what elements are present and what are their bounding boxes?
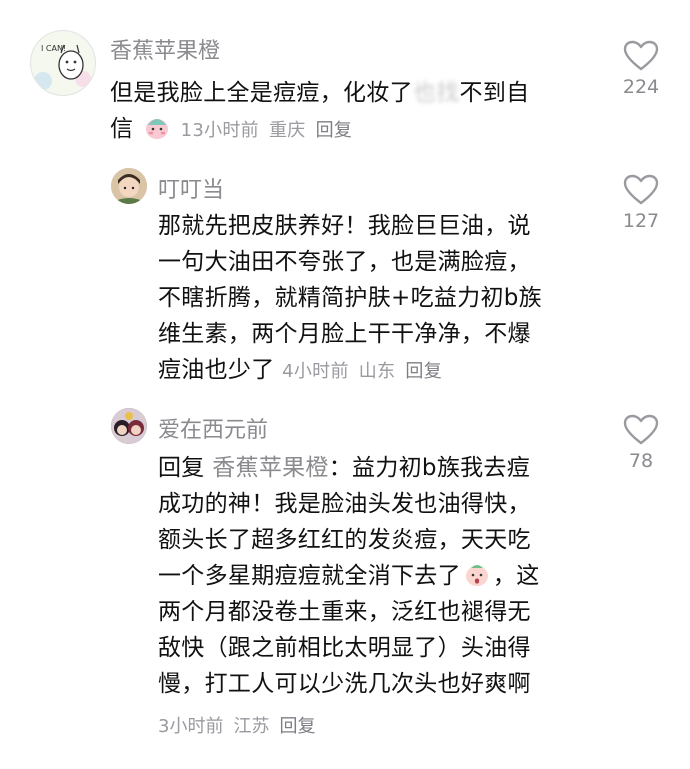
reply-prefix: 回复 xyxy=(158,455,205,481)
reply-target-username[interactable]: 香蕉苹果橙 xyxy=(212,455,329,481)
like-count: 127 xyxy=(622,210,660,232)
comment-text-line: 一个多星期痘痘就全消下去了 ，这 xyxy=(158,558,598,594)
text-segment: 不到自 xyxy=(459,80,530,106)
location: 山东 xyxy=(358,361,396,382)
avatar-doodle-icon: I CAN! xyxy=(32,32,94,94)
comment-text-line: 额头长了超多红红的发炎痘，天天吃 xyxy=(158,527,531,553)
text-segment: 但是我脸上全是痘痘，化妆了 xyxy=(110,80,413,106)
username[interactable]: 爱在西元前 xyxy=(158,412,268,444)
comment-text-line: 成功的神！我是脸油头发也油得快， xyxy=(158,491,531,517)
comment-text-line: 慢，打工人可以少洗几次头也好爽啊 xyxy=(158,671,531,697)
comment-text-line: 痘油也少了 4小时前 山东 回复 xyxy=(158,352,598,390)
heart-icon xyxy=(623,40,659,71)
comment-meta: 4小时前 山东 回复 xyxy=(282,361,452,382)
heart-icon xyxy=(623,414,659,445)
heart-icon xyxy=(623,174,659,205)
comment-text-line: 敌快（跟之前相比太明显了）头油得 xyxy=(158,635,531,661)
comment-text-line: 维生素，两个月脸上干干净净，不爆 xyxy=(158,321,531,347)
comment-text: 回复 香蕉苹果橙：益力初b族我去痘 成功的神！我是脸油头发也油得快， 额头长了超… xyxy=(158,450,598,702)
location: 重庆 xyxy=(268,120,306,141)
like-count: 78 xyxy=(628,450,654,472)
text-segment: 痘油也少了 xyxy=(158,357,275,383)
username[interactable]: 香蕉苹果橙 xyxy=(110,33,220,65)
comment-meta: 3小时前 江苏 回复 xyxy=(158,712,325,738)
comment-text-line: 一句大油田不夸张了，也是满脸痘， xyxy=(158,249,531,275)
timestamp: 13小时前 xyxy=(180,120,259,141)
avatar[interactable] xyxy=(111,168,147,204)
comment-text-line: 但是我脸上全是痘痘，化妆了也找不到自 xyxy=(110,75,590,111)
like-count: 224 xyxy=(622,76,660,98)
text-segment: 信 xyxy=(110,116,134,142)
comment-text-line: 那就先把皮肤养好！我脸巨巨油，说 xyxy=(158,213,531,239)
comment-text: 但是我脸上全是痘痘，化妆了也找不到自 信 13小时前 重庆 回复 xyxy=(110,75,590,149)
comment-text-line: 信 13小时前 重庆 回复 xyxy=(110,111,590,149)
avatar[interactable] xyxy=(111,408,147,444)
blurred-text: 也找 xyxy=(412,80,460,106)
timestamp: 3小时前 xyxy=(158,716,224,737)
username[interactable]: 叮叮当 xyxy=(158,172,224,204)
text-segment: ，这 xyxy=(492,563,540,589)
comment-text: 那就先把皮肤养好！我脸巨巨油，说 一句大油田不夸张了，也是满脸痘， 不瞎折腾，就… xyxy=(158,208,598,390)
comment-text-line: 两个月都没卷土重来，泛红也褪得无 xyxy=(158,599,531,625)
comment-text-line: 回复 香蕉苹果橙：益力初b族我去痘 xyxy=(158,450,598,486)
comment-text-line: 不瞎折腾，就精简护肤+吃益力初b族 xyxy=(158,285,542,311)
reply-button[interactable]: 回复 xyxy=(279,716,315,737)
comment-meta: 13小时前 重庆 回复 xyxy=(181,120,363,141)
like-button[interactable]: 127 xyxy=(611,174,671,232)
like-button[interactable]: 224 xyxy=(611,40,671,98)
text-segment: 一个多星期痘痘就全消下去了 xyxy=(158,563,461,589)
timestamp: 4小时前 xyxy=(282,361,349,382)
text-segment: ：益力初b族我去痘 xyxy=(328,455,531,481)
avatar-photo-icon xyxy=(111,408,147,444)
reply-button[interactable]: 回复 xyxy=(405,361,442,382)
avatar-photo-icon xyxy=(111,168,147,204)
location: 江苏 xyxy=(233,716,270,737)
surprised-face-icon xyxy=(463,560,491,588)
reply-button[interactable]: 回复 xyxy=(316,120,353,141)
blush-face-icon xyxy=(143,113,171,141)
avatar[interactable]: I CAN! xyxy=(30,30,96,96)
like-button[interactable]: 78 xyxy=(611,414,671,472)
